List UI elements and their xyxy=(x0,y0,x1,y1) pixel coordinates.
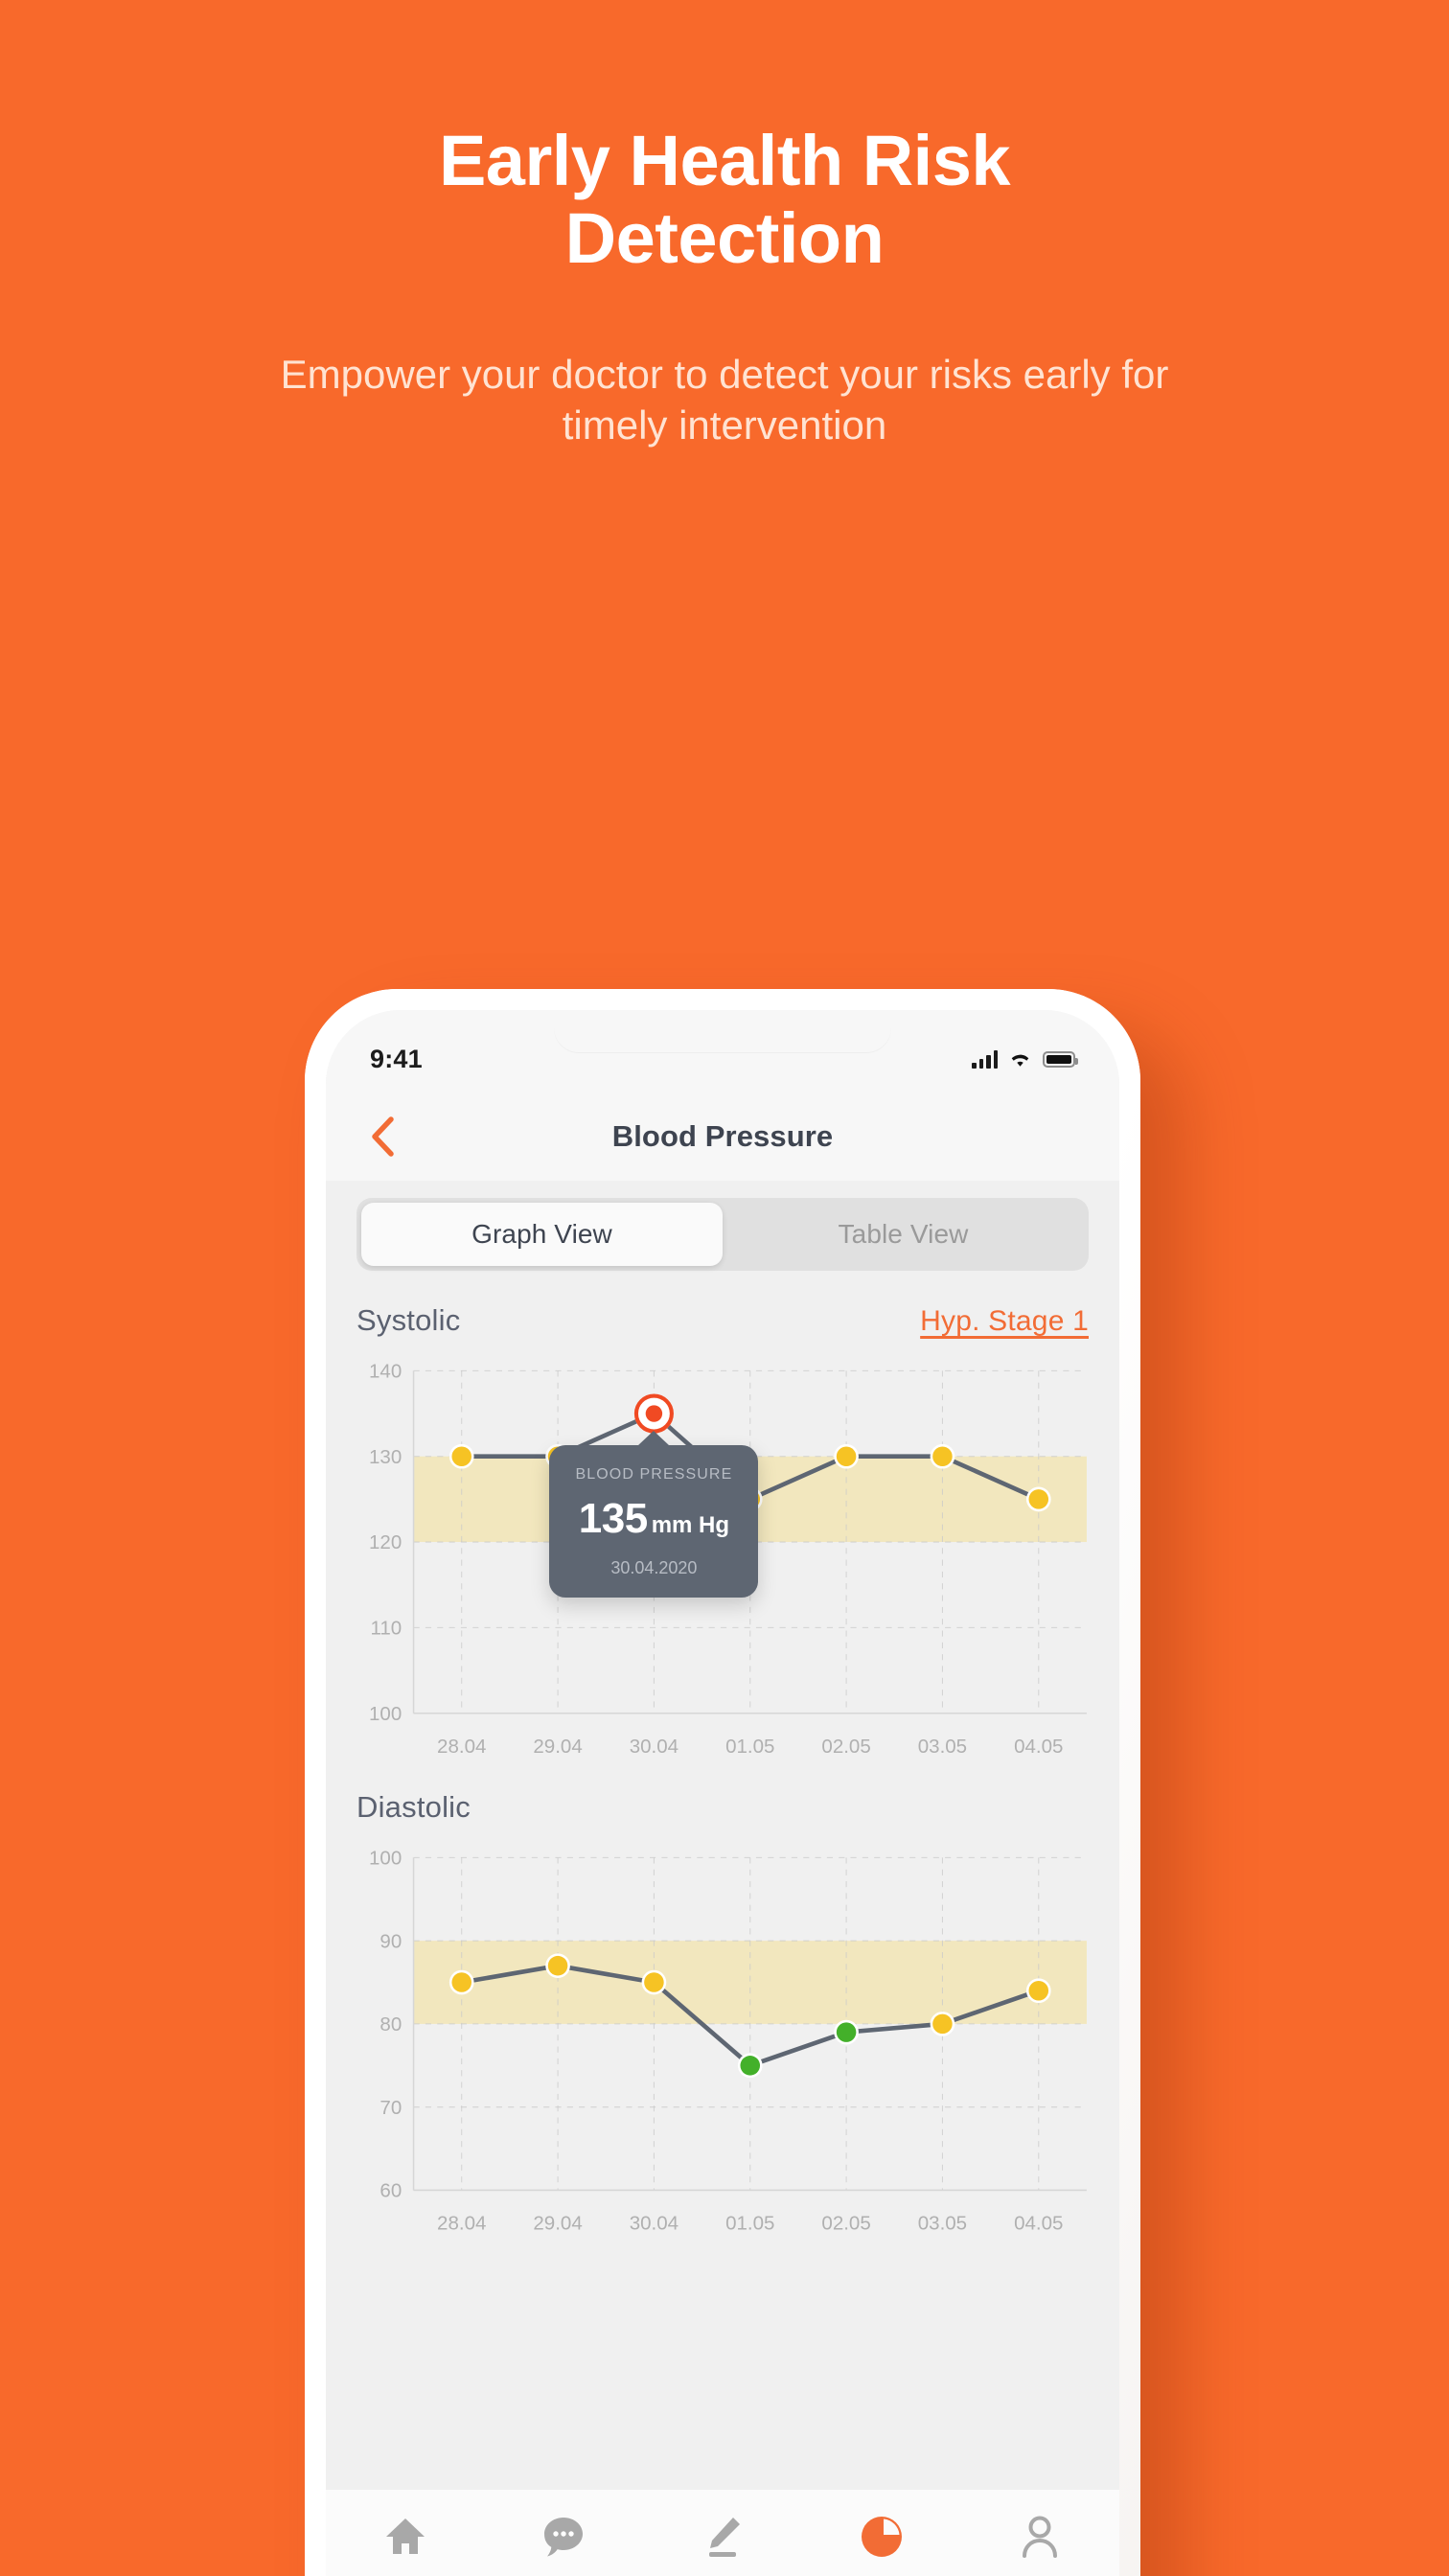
svg-text:80: 80 xyxy=(380,2013,402,2036)
chevron-left-icon xyxy=(372,1116,394,1157)
svg-text:140: 140 xyxy=(369,1361,402,1383)
bottom-tab-bar: Feed Support xyxy=(326,2490,1119,2576)
home-icon xyxy=(383,2513,427,2561)
status-time: 9:41 xyxy=(370,1044,423,1073)
svg-text:30.04: 30.04 xyxy=(630,1736,678,1758)
status-icons xyxy=(972,1049,1078,1069)
svg-text:01.05: 01.05 xyxy=(725,2213,774,2235)
tooltip-label: BLOOD PRESSURE xyxy=(575,1465,733,1483)
hero-section: Early Health Risk Detection Empower your… xyxy=(0,0,1449,451)
phone-frame: 9:41 Blood Pressure Graph View Table Vie… xyxy=(305,989,1140,2576)
svg-text:28.04: 28.04 xyxy=(437,2213,486,2235)
tooltip-date: 30.04.2020 xyxy=(610,1557,698,1577)
page-subtitle: Empower your doctor to detect your risks… xyxy=(280,352,1169,448)
wifi-icon xyxy=(1008,1050,1032,1069)
tooltip-value: 135 mm Hg xyxy=(564,1495,743,1543)
view-segmented-control[interactable]: Graph View Table View xyxy=(356,1198,1089,1271)
nav-title: Blood Pressure xyxy=(611,1119,834,1153)
svg-text:70: 70 xyxy=(380,2097,402,2119)
svg-text:130: 130 xyxy=(369,1446,402,1468)
svg-text:120: 120 xyxy=(369,1531,402,1553)
svg-text:90: 90 xyxy=(380,1930,402,1952)
page-title: Early Health Risk Detection xyxy=(438,121,1011,278)
svg-text:30.04: 30.04 xyxy=(630,2213,678,2235)
tab-graph-view[interactable]: Graph View xyxy=(361,1203,723,1266)
chart-tooltip: BLOOD PRESSURE 135 mm Hg 30.04.2020 xyxy=(549,1444,759,1598)
diastolic-chart[interactable]: 60 70 80 90 100 28.04 29.04 30.04 01.05 02.05 03.0… xyxy=(356,1844,1089,2237)
svg-text:100: 100 xyxy=(369,1703,402,1725)
phone-notch xyxy=(554,1010,891,1052)
tab-support[interactable]: Support xyxy=(485,2513,644,2576)
svg-text:02.05: 02.05 xyxy=(821,2213,870,2235)
phone-mockup: 9:41 Blood Pressure Graph View Table Vie… xyxy=(305,989,1140,2576)
svg-text:29.04: 29.04 xyxy=(533,1736,582,1758)
diastolic-title: Diastolic xyxy=(356,1790,471,1824)
svg-text:29.04: 29.04 xyxy=(533,2213,582,2235)
screen-content: Graph View Table View Systolic Hyp. Stag… xyxy=(326,1181,1119,2490)
svg-text:60: 60 xyxy=(380,2180,402,2202)
tooltip-number: 135 xyxy=(578,1494,648,1542)
back-button[interactable] xyxy=(360,1115,404,1159)
pencil-icon xyxy=(702,2513,744,2561)
svg-text:01.05: 01.05 xyxy=(725,1736,774,1758)
phone-screen: 9:41 Blood Pressure Graph View Table Vie… xyxy=(326,1010,1119,2576)
tab-note[interactable]: Note xyxy=(643,2513,802,2576)
svg-text:28.04: 28.04 xyxy=(437,1736,486,1758)
svg-text:100: 100 xyxy=(369,1848,402,1870)
hypertension-stage-link[interactable]: Hyp. Stage 1 xyxy=(920,1305,1089,1338)
cellular-signal-icon xyxy=(972,1049,998,1069)
chat-bubble-icon xyxy=(540,2513,586,2561)
tab-progress[interactable]: Progress xyxy=(802,2513,961,2576)
person-icon xyxy=(1019,2513,1061,2561)
tooltip-unit: mm Hg xyxy=(651,1511,730,1538)
battery-icon xyxy=(1043,1050,1078,1068)
svg-text:04.05: 04.05 xyxy=(1014,2213,1063,2235)
diastolic-header: Diastolic xyxy=(356,1777,1089,1825)
tab-feed[interactable]: Feed xyxy=(326,2513,485,2576)
systolic-header: Systolic Hyp. Stage 1 xyxy=(356,1303,1089,1338)
svg-text:02.05: 02.05 xyxy=(821,1736,870,1758)
systolic-chart[interactable]: 100 110 120 130 140 28.04 29.04 30.04 01.05 02.05… xyxy=(356,1357,1089,1760)
tab-me[interactable]: Me xyxy=(960,2513,1119,2576)
systolic-title: Systolic xyxy=(356,1303,461,1337)
tab-table-view[interactable]: Table View xyxy=(723,1203,1084,1266)
svg-text:03.05: 03.05 xyxy=(918,1736,967,1758)
svg-text:03.05: 03.05 xyxy=(918,2213,967,2235)
pie-chart-icon xyxy=(859,2513,905,2561)
svg-text:110: 110 xyxy=(371,1618,402,1640)
svg-text:04.05: 04.05 xyxy=(1014,1736,1063,1758)
status-bar: 9:41 xyxy=(326,1010,1119,1092)
nav-bar: Blood Pressure xyxy=(326,1092,1119,1181)
